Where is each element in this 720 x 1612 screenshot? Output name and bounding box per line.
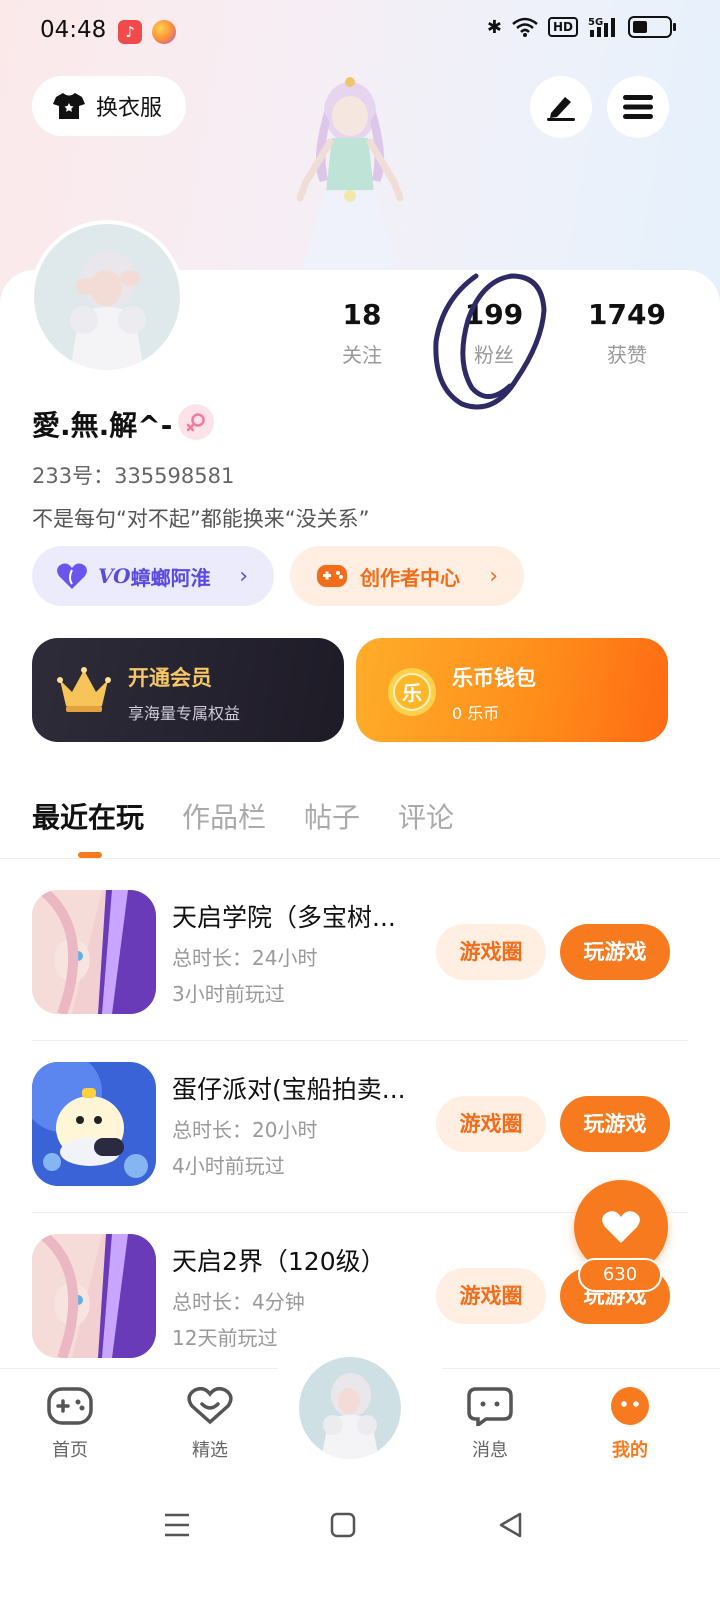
heart-icon	[57, 563, 87, 589]
handdrawn-circle-annotation	[433, 273, 547, 410]
pen-icon	[547, 97, 575, 121]
nav-featured-label: 精选	[192, 1440, 228, 1461]
chevron-right-icon: ›	[489, 563, 498, 589]
back-icon[interactable]	[498, 1512, 524, 1538]
game-duration: 总时长：24小时	[172, 946, 318, 970]
game-last-played: 3小时前玩过	[172, 982, 285, 1006]
game-circle-button[interactable]: 游戏圈	[436, 924, 546, 980]
wifi-icon	[512, 17, 538, 37]
following-stat[interactable]: 18 关注	[297, 298, 427, 368]
coin-icon-char: 乐	[402, 681, 422, 705]
heart-outline-icon	[187, 1386, 233, 1425]
game-title: 蛋仔派对(宝船拍卖...	[172, 1075, 406, 1104]
game-list-item[interactable]: 天启学院（多宝树... 总时长：24小时 3小时前玩过 游戏圈 玩游戏	[32, 890, 688, 1018]
signal-icon: 5G	[588, 17, 615, 37]
tab-posts[interactable]: 帖子	[304, 796, 360, 836]
vip-card[interactable]: 开通会员 享海量专属权益	[32, 638, 344, 742]
creator-center-button[interactable]: 创作者中心 ›	[290, 546, 524, 606]
gamepad-icon	[317, 565, 347, 587]
home-icon[interactable]	[330, 1512, 356, 1538]
edit-profile-button[interactable]	[530, 76, 592, 138]
likes-stat[interactable]: 1749 获赞	[562, 298, 692, 368]
vo-prefix: VO	[98, 564, 131, 588]
user-name: 愛.無.解^-	[32, 409, 173, 442]
character-avatar-illustration[interactable]	[270, 72, 430, 272]
likes-label: 获赞	[607, 343, 647, 367]
music-app-icon: ♪	[118, 20, 142, 44]
coin-icon: 乐	[388, 668, 436, 716]
game-icon-eggy-party	[32, 1062, 156, 1186]
battery-icon	[628, 16, 676, 38]
status-bar: 04:48 ♪ ✱ HD 5G	[0, 0, 720, 64]
game-icon-tianqi-academy	[32, 890, 156, 1014]
female-gender-icon	[178, 404, 214, 440]
creator-center-label: 创作者中心	[360, 565, 460, 590]
gamepad-icon	[47, 1387, 93, 1425]
like-count-badge: 630	[578, 1258, 662, 1292]
network-type-label: 5G	[588, 17, 603, 28]
recents-icon[interactable]	[164, 1512, 190, 1538]
status-icons: ✱ HD 5G	[486, 16, 676, 38]
play-game-button[interactable]: 玩游戏	[560, 924, 670, 980]
change-outfit-button[interactable]: 换衣服	[32, 76, 187, 136]
content-tabs: 最近在玩 作品栏 帖子 评论	[32, 796, 454, 836]
user-id: 233号：335598581	[32, 464, 235, 488]
nav-character-avatar[interactable]	[296, 1354, 404, 1462]
play-game-button[interactable]: 玩游戏	[560, 1096, 670, 1152]
tshirt-icon	[53, 93, 85, 119]
game-title: 天启学院（多宝树...	[172, 903, 396, 932]
nav-messages-label: 消息	[472, 1440, 508, 1461]
nav-home-label: 首页	[52, 1440, 88, 1461]
game-list-item[interactable]: 蛋仔派对(宝船拍卖... 总时长：20小时 4小时前玩过 游戏圈 玩游戏	[32, 1062, 688, 1190]
following-count: 18	[342, 298, 382, 331]
profile-avatar[interactable]	[30, 220, 184, 374]
nav-messages[interactable]: 消息	[450, 1386, 530, 1462]
tab-recently-played[interactable]: 最近在玩	[32, 796, 144, 836]
user-bio: 不是每句“对不起”都能换来“没关系”	[32, 507, 370, 531]
avatar-illustration	[70, 250, 146, 370]
nav-home[interactable]: 首页	[30, 1386, 110, 1462]
app-notification-icon	[152, 20, 176, 44]
crown-icon	[57, 667, 111, 712]
game-title: 天启2界（120级）	[172, 1247, 386, 1276]
tab-works[interactable]: 作品栏	[182, 796, 266, 836]
nav-me-label: 我的	[612, 1440, 648, 1461]
me-icon	[611, 1387, 649, 1425]
message-icon	[467, 1387, 513, 1429]
chevron-right-icon: ›	[239, 563, 248, 589]
following-label: 关注	[342, 343, 382, 367]
bluetooth-icon: ✱	[486, 16, 502, 38]
game-circle-button[interactable]: 游戏圈	[436, 1268, 546, 1324]
likes-count: 1749	[588, 298, 666, 331]
menu-icon	[623, 95, 653, 119]
system-navigation-bar	[0, 1478, 720, 1612]
game-last-played: 4小时前玩过	[172, 1154, 285, 1178]
nav-featured[interactable]: 精选	[170, 1386, 250, 1462]
vo-tag-button[interactable]: VO 蟑螂阿淮 ›	[32, 546, 274, 606]
game-duration: 总时长：20小时	[172, 1118, 318, 1142]
tab-comments[interactable]: 评论	[398, 796, 454, 836]
vip-title: 开通会员	[128, 666, 212, 690]
game-icon-tianqi-2	[32, 1234, 156, 1358]
hd-icon: HD	[547, 17, 578, 37]
nav-me[interactable]: 我的	[590, 1386, 670, 1462]
vip-subtitle: 享海量专属权益	[128, 704, 241, 723]
vo-tag-label: 蟑螂阿淮	[130, 565, 211, 590]
wallet-title: 乐币钱包	[452, 666, 536, 690]
game-last-played: 12天前玩过	[172, 1326, 278, 1350]
game-duration: 总时长：4分钟	[172, 1290, 305, 1314]
wallet-balance: 0 乐币	[452, 704, 500, 723]
status-time: 04:48	[40, 17, 107, 43]
game-circle-button[interactable]: 游戏圈	[436, 1096, 546, 1152]
menu-button[interactable]	[607, 76, 669, 138]
divider	[32, 1040, 688, 1041]
change-outfit-label: 换衣服	[96, 96, 163, 121]
tabs-divider	[0, 858, 720, 859]
heart-icon	[602, 1211, 640, 1243]
wallet-card[interactable]: 乐 乐币钱包 0 乐币	[356, 638, 668, 742]
